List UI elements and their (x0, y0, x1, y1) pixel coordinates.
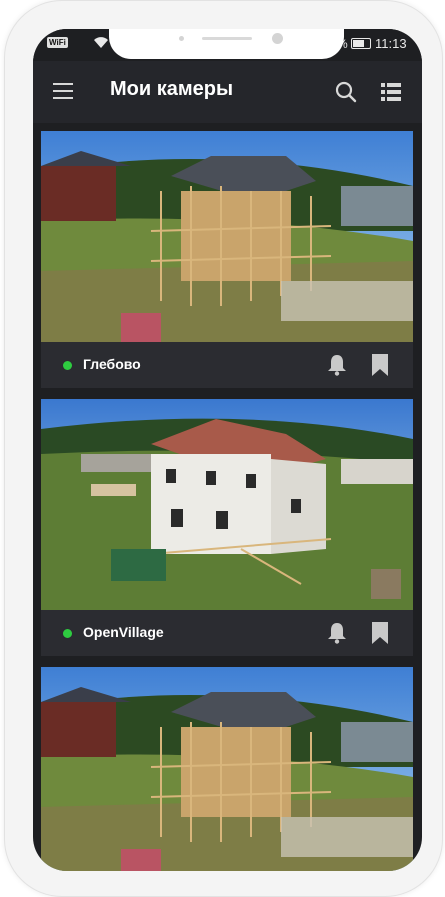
camera-preview-image[interactable] (41, 131, 413, 342)
bookmark-icon[interactable] (371, 621, 389, 645)
list-view-icon[interactable] (381, 83, 401, 101)
bookmark-icon[interactable] (371, 353, 389, 377)
online-status-dot (63, 361, 72, 370)
bell-icon[interactable] (327, 354, 347, 376)
camera-name: Глебово (83, 356, 141, 372)
wifi-signal-icon (94, 37, 108, 48)
front-camera (272, 33, 283, 44)
camera-preview-image[interactable] (41, 399, 413, 610)
screen: WiFi % 11:13 Мои камеры (33, 29, 422, 871)
page-title: Мои камеры (110, 78, 234, 100)
camera-card[interactable] (41, 667, 413, 871)
earpiece-speaker (202, 37, 252, 40)
bell-icon[interactable] (327, 622, 347, 644)
wifi-badge: WiFi (47, 37, 68, 48)
status-time: 11:13 (375, 36, 407, 51)
phone-frame: WiFi % 11:13 Мои камеры (4, 0, 443, 897)
search-icon[interactable] (335, 81, 357, 103)
online-status-dot (63, 629, 72, 638)
camera-info-bar: Глебово (41, 342, 413, 388)
camera-preview-image[interactable] (41, 667, 413, 871)
phone-notch (109, 29, 344, 59)
camera-card[interactable]: OpenVillage (41, 399, 413, 656)
app-bar: Мои камеры (33, 61, 422, 123)
camera-info-bar: OpenVillage (41, 610, 413, 656)
camera-name: OpenVillage (83, 624, 164, 640)
battery-icon (351, 38, 371, 49)
hamburger-menu-icon[interactable] (53, 83, 73, 99)
sensor-dot (179, 36, 184, 41)
camera-card[interactable]: Глебово (41, 131, 413, 388)
